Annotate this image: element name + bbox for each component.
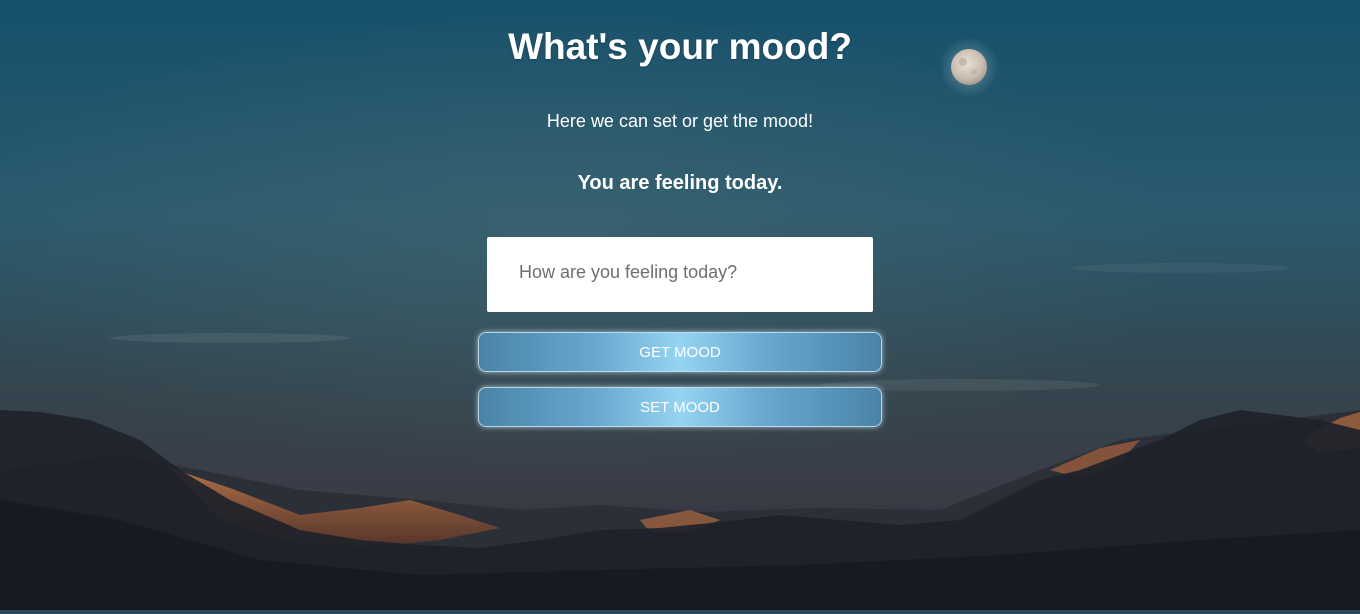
mood-input[interactable] bbox=[487, 237, 873, 312]
set-mood-button[interactable]: SET MOOD bbox=[478, 387, 882, 427]
page-title: What's your mood? bbox=[508, 26, 852, 67]
get-mood-button[interactable]: GET MOOD bbox=[478, 332, 882, 372]
page-subtitle: Here we can set or get the mood! bbox=[546, 111, 814, 131]
mood-status: You are feeling today. bbox=[577, 172, 783, 194]
mood-panel: What's your mood? Here we can set or get… bbox=[0, 0, 1360, 614]
